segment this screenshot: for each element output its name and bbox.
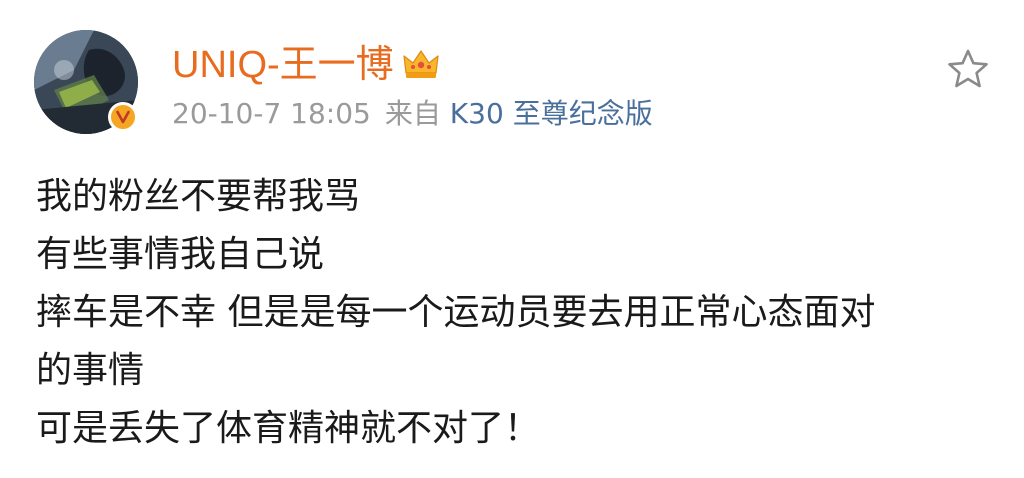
post-line: 的事情 <box>36 350 145 391</box>
post-line: 我的粉丝不要帮我骂 <box>36 176 361 217</box>
username[interactable]: UNIQ-王一博 <box>172 42 440 88</box>
post-line: 摔车是不幸 但是是每一个运动员要去用正常心态面对 <box>36 292 876 333</box>
avatar-container[interactable] <box>34 30 138 134</box>
weibo-post: UNIQ-王一博 20-10-7 18:05 来自 K30 至尊纪念版 我的粉丝不… <box>0 0 1024 478</box>
favorite-star-button[interactable] <box>946 48 990 90</box>
post-timestamp: 20-10-7 18:05 <box>172 97 371 130</box>
username-text[interactable]: UNIQ-王一博 <box>172 44 394 86</box>
post-meta: 20-10-7 18:05 来自 K30 至尊纪念版 <box>172 96 653 132</box>
source-prefix: 来自 <box>384 97 441 130</box>
post-line: 可是丢失了体育精神就不对了！ <box>36 408 541 449</box>
star-outline-icon <box>948 49 988 88</box>
source-device-link[interactable]: K30 至尊纪念版 <box>450 97 653 130</box>
verified-v-icon <box>108 102 138 132</box>
post-content: 我的粉丝不要帮我骂 有些事情我自己说 摔车是不幸 但是是每一个运动员要去用正常心… <box>36 168 996 458</box>
crown-icon <box>402 46 440 80</box>
post-line: 有些事情我自己说 <box>36 234 325 275</box>
